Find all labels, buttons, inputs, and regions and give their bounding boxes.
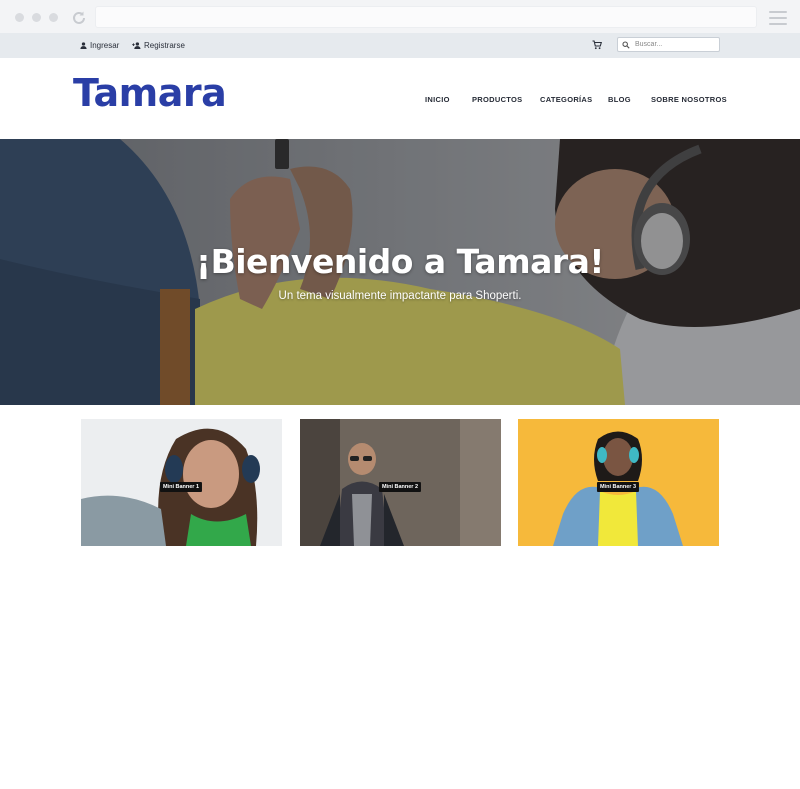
nav-inicio[interactable]: INICIO [425,95,450,104]
search-icon [622,41,630,49]
reload-icon[interactable] [71,10,87,26]
register-link[interactable]: Registrarse [132,41,185,50]
nav-productos[interactable]: PRODUCTOS [472,95,522,104]
browser-chrome [0,0,800,33]
cart-icon[interactable] [592,40,602,50]
search-input[interactable] [635,39,717,50]
mini-banner-2-label: Mini Banner 2 [378,482,422,492]
mini-banner-1[interactable]: Mini Banner 1 [81,419,282,546]
search-box[interactable] [617,37,720,52]
address-bar[interactable] [95,6,757,28]
user-add-icon [132,42,141,49]
register-label: Registrarse [144,41,185,50]
window-minimize-dot[interactable] [32,13,41,22]
login-link[interactable]: Ingresar [80,41,119,50]
nav-sobre-nosotros[interactable]: SOBRE NOSOTROS [651,95,727,104]
mini-banner-3-label: Mini Banner 3 [596,482,640,492]
nav-categorias[interactable]: CATEGORÍAS [540,95,592,104]
mini-banner-2[interactable]: Mini Banner 2 [300,419,501,546]
site-header: Tamara INICIO PRODUCTOS CATEGORÍAS BLOG … [0,58,800,139]
hero-banner: ¡Bienvenido a Tamara! Un tema visualment… [0,139,800,405]
mini-banner-1-label: Mini Banner 1 [159,482,203,492]
site-logo[interactable]: Tamara [73,71,227,115]
hero-title: ¡Bienvenido a Tamara! [196,242,604,281]
nav-blog[interactable]: BLOG [608,95,631,104]
window-close-dot[interactable] [15,13,24,22]
user-icon [80,42,87,49]
hero-subtitle: Un tema visualmente impactante para Shop… [278,290,522,302]
mini-banner-3[interactable]: Mini Banner 3 [518,419,719,546]
browser-menu-icon[interactable] [769,11,787,25]
window-maximize-dot[interactable] [49,13,58,22]
login-label: Ingresar [90,41,120,50]
